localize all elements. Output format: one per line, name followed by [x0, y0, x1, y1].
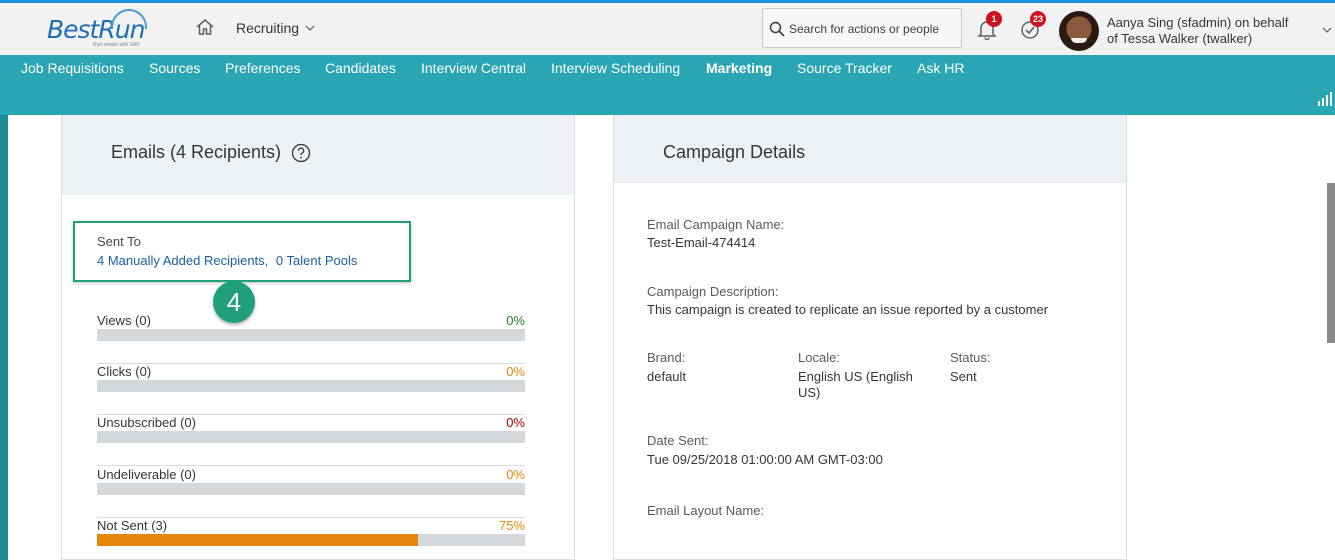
metric-bar [97, 534, 525, 546]
metric-bar [97, 483, 525, 495]
search-input[interactable] [789, 19, 957, 39]
email-layout-label: Email Layout Name: [647, 503, 765, 518]
sent-to-links: 4 Manually Added Recipients, 0 Talent Po… [97, 253, 357, 268]
metric-percent: 0% [506, 313, 525, 328]
nav-item-job-requisitions[interactable]: Job Requisitions [21, 60, 124, 76]
todo-badge: 23 [1030, 11, 1047, 27]
sent-to-label: Sent To [97, 234, 141, 249]
metric-label: Clicks (0) [97, 364, 152, 379]
metric-percent: 75% [498, 518, 525, 533]
scrollbar-thumb[interactable] [1327, 183, 1335, 343]
user-name-line1: Aanya Sing (sfadmin) on behalf [1107, 15, 1289, 30]
metric-clicks: Clicks (0) 0% [97, 364, 525, 415]
chevron-down-icon[interactable] [1321, 25, 1333, 35]
company-logo[interactable]: BestRun Run simple with SAP [47, 9, 157, 53]
campaign-title: Campaign Details [663, 142, 806, 162]
metric-percent: 0% [506, 415, 525, 430]
metric-percent: 0% [506, 364, 525, 379]
brand-value: default [647, 369, 687, 384]
metric-bar [97, 380, 525, 392]
status-label: Status: [950, 350, 991, 365]
metric-label: Unsubscribed (0) [97, 415, 196, 430]
help-icon[interactable] [291, 143, 311, 163]
date-sent-label: Date Sent: [647, 433, 709, 448]
page-edge-strip [0, 115, 8, 560]
status-value: Sent [950, 369, 977, 384]
metric-label: Views (0) [97, 313, 151, 328]
campaign-name-label: Email Campaign Name: [647, 217, 785, 232]
manual-recipients-link[interactable]: 4 Manually Added Recipients, [97, 253, 268, 268]
metric-views: Views (0) 0% [97, 313, 525, 364]
search-icon [769, 21, 785, 37]
nav-item-ask-hr[interactable]: Ask HR [917, 60, 964, 76]
brand-label: Brand: [647, 350, 686, 365]
campaign-name-value: Test-Email-474414 [647, 235, 756, 250]
module-nav-bar: Job Requisitions Sources Preferences Can… [0, 55, 1335, 115]
nav-item-candidates[interactable]: Candidates [325, 60, 396, 76]
metric-undeliverable: Undeliverable (0) 0% [97, 467, 525, 518]
nav-item-marketing[interactable]: Marketing [706, 60, 772, 76]
module-switcher[interactable]: Recruiting [236, 20, 315, 36]
notifications-badge: 1 [986, 11, 1002, 27]
metric-bar-fill [97, 534, 418, 546]
nav-item-interview-scheduling[interactable]: Interview Scheduling [551, 60, 680, 76]
shell-header: BestRun Run simple with SAP Recruiting 1… [0, 0, 1335, 55]
emails-title: Emails (4 Recipients) [111, 142, 282, 162]
home-icon[interactable] [195, 17, 215, 37]
search-box[interactable] [762, 8, 962, 48]
metric-label: Not Sent (3) [97, 518, 168, 533]
metric-not-sent: Not Sent (3) 75% [97, 518, 525, 560]
campaign-description-label: Campaign Description: [647, 284, 779, 299]
metric-bar [97, 329, 525, 341]
talent-pools-link[interactable]: 0 Talent Pools [276, 253, 357, 268]
bar-chart-icon[interactable] [1317, 92, 1333, 106]
user-avatar[interactable] [1059, 11, 1099, 51]
date-sent-value: Tue 09/25/2018 01:00:00 AM GMT-03:00 [647, 452, 883, 467]
locale-value: English US (English US) [798, 369, 913, 400]
campaign-details-panel: Campaign Details Email Campaign Name: Te… [613, 115, 1127, 560]
nav-item-preferences[interactable]: Preferences [225, 60, 300, 76]
user-menu[interactable]: Aanya Sing (sfadmin) on behalf of Tessa … [1107, 15, 1317, 47]
emails-panel-header: Emails (4 Recipients) [62, 115, 574, 195]
sent-to-highlight: Sent To 4 Manually Added Recipients, 0 T… [73, 221, 411, 282]
locale-label: Locale: [798, 350, 840, 365]
logo-tagline: Run simple with SAP [93, 42, 140, 48]
campaign-description-value: This campaign is created to replicate an… [647, 302, 1049, 317]
metric-unsubscribed: Unsubscribed (0) 0% [97, 415, 525, 466]
module-label: Recruiting [236, 20, 300, 36]
nav-item-interview-central[interactable]: Interview Central [421, 60, 526, 76]
emails-panel: Emails (4 Recipients) Sent To 4 Manually… [61, 115, 575, 560]
logo-cloud-icon [111, 9, 147, 29]
nav-item-sources[interactable]: Sources [149, 60, 200, 76]
metric-bar [97, 431, 525, 443]
campaign-panel-header: Campaign Details [614, 115, 1126, 183]
chevron-down-icon [305, 25, 315, 31]
metric-percent: 0% [506, 467, 525, 482]
metric-label: Undeliverable (0) [97, 467, 196, 482]
nav-item-source-tracker[interactable]: Source Tracker [797, 60, 892, 76]
user-name-line2: of Tessa Walker (twalker) [1107, 31, 1253, 46]
